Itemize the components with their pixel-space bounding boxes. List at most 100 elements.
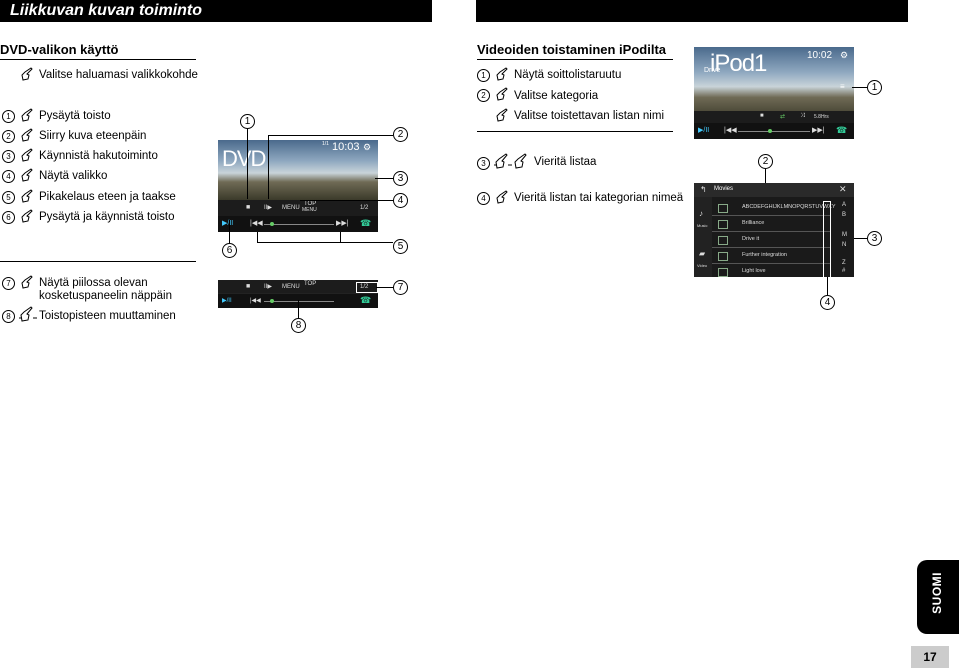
list-item-label: Light love (742, 268, 766, 274)
control-bar: ■ ⇄ ⤨ 5.8Hrs (694, 111, 854, 123)
rewind-icon[interactable]: |◀◀ (250, 297, 261, 304)
chapter-indicator[interactable]: 1/2 (360, 205, 368, 211)
menu-button[interactable]: MENU (282, 205, 300, 211)
heading-rule (477, 59, 673, 60)
callout-number: 2 (758, 154, 773, 169)
source-sublabel: Drive (704, 67, 721, 74)
back-icon[interactable]: ↰ (700, 185, 707, 194)
callout-number: 1 (2, 110, 15, 123)
phone-icon[interactable]: ☎ (836, 125, 847, 136)
touch-icon (20, 108, 34, 122)
alpha-letter[interactable]: # (842, 268, 845, 274)
alpha-index[interactable]: A B M N Z # (838, 200, 852, 276)
rewind-icon[interactable]: |◀◀ (724, 126, 737, 134)
list-item-label: Brilliance (742, 220, 765, 226)
page-number: 17 (911, 646, 949, 668)
callout-number: 2 (393, 127, 408, 142)
alpha-letter[interactable]: A (842, 202, 846, 208)
list-item[interactable]: Brilliance (712, 216, 830, 232)
callout-number: 4 (477, 192, 490, 205)
list-item[interactable]: Further integration (712, 248, 830, 264)
repeat-icon[interactable]: ⇄ (780, 113, 785, 120)
item-text: Näytä valikko (39, 170, 108, 182)
top-menu-button[interactable]: TOP (304, 281, 316, 287)
gear-icon[interactable]: ⚙ (363, 142, 371, 153)
video-icon[interactable]: ▰ (699, 249, 705, 258)
list-item[interactable]: Drive it (712, 232, 830, 248)
seek-track[interactable] (738, 131, 810, 132)
callout-number: 4 (2, 170, 15, 183)
category-label[interactable]: Video (697, 263, 707, 268)
item-text: Käynnistä hakutoiminto (39, 150, 158, 162)
callout-line (376, 287, 393, 288)
phone-icon[interactable]: ☎ (360, 218, 371, 229)
play-pause-icon[interactable]: ▶/II (698, 126, 709, 134)
list-body: ABCDEFGHIJKLMNOPQRSTUVWXY Brilliance Dri… (712, 200, 836, 277)
category-label[interactable]: Music (697, 223, 707, 228)
phone-icon[interactable]: ☎ (360, 295, 371, 306)
callout-number: 5 (2, 191, 15, 204)
stop-icon[interactable]: ■ (246, 204, 250, 211)
list-item-label: ABCDEFGHIJKLMNOPQRSTUVWXY (742, 204, 836, 210)
touch-icon (20, 128, 34, 142)
alpha-letter[interactable]: B (842, 212, 846, 218)
hidden-key-highlight (356, 282, 378, 293)
drag-touch-icon (512, 153, 532, 169)
alpha-letter[interactable]: M (842, 232, 847, 238)
callout-line (229, 220, 230, 243)
drag-touch-icon (18, 306, 38, 322)
callout-number: 7 (393, 280, 408, 295)
list-item[interactable]: ABCDEFGHIJKLMNOPQRSTUVWXY (712, 200, 836, 216)
clock: 10:03 (332, 141, 360, 153)
source-label: DVD (222, 146, 266, 171)
callout-number: 4 (393, 193, 408, 208)
music-icon[interactable]: ♪ (699, 209, 703, 218)
callout-number: 7 (2, 277, 15, 290)
seek-thumb[interactable] (768, 129, 772, 133)
play-pause-icon[interactable]: ▶/II (222, 219, 233, 227)
menu-button[interactable]: MENU (282, 284, 300, 290)
control-bar: ■ II▶ MENU TOP MENU 1/2 (218, 200, 378, 216)
touch-icon (20, 189, 34, 203)
seek-track[interactable] (264, 224, 334, 225)
seek-thumb[interactable] (270, 299, 274, 303)
touch-icon (495, 67, 509, 81)
step-icon[interactable]: II▶ (264, 283, 272, 290)
item-text: Pysäytä toisto (39, 110, 111, 122)
stop-icon[interactable]: ■ (246, 283, 250, 290)
gear-icon[interactable]: ⚙ (840, 50, 848, 61)
playlist-icon[interactable]: ≡ (840, 82, 845, 91)
play-pause-icon[interactable]: ▶/II (222, 297, 232, 304)
item-text: Näytä piilossa olevan (39, 277, 148, 289)
seek-thumb[interactable] (270, 222, 274, 226)
callout-line (298, 300, 299, 318)
stop-icon[interactable]: ■ (760, 113, 764, 119)
close-icon[interactable]: ✕ (839, 184, 847, 195)
callout-number: 3 (393, 171, 408, 186)
ipod-screen: iPod1 Drive 10:02 ⚙ ≡ ■ ⇄ ⤨ 5.8Hrs ▶/II … (694, 47, 854, 139)
language-tab: SUOMI (917, 560, 959, 634)
callout-line (340, 232, 341, 242)
callout-line (300, 200, 393, 201)
item-text: Pikakelaus eteen ja taakse (39, 191, 176, 203)
divider-rule (477, 131, 673, 132)
step-icon[interactable]: II▶ (264, 204, 272, 211)
callout-number: 6 (2, 211, 15, 224)
alpha-letter[interactable]: N (842, 242, 846, 248)
list-header: ↰ Movies ✕ (694, 183, 854, 197)
callout-line (268, 135, 393, 136)
section-title-bar: Liikkuvan kuvan toiminto (0, 0, 432, 22)
forward-icon[interactable]: ▶▶| (812, 126, 825, 134)
list-item[interactable]: Light love (712, 264, 830, 277)
list-item-label: Drive it (742, 236, 760, 242)
forward-icon[interactable]: ▶▶| (336, 219, 349, 227)
drag-touch-icon (493, 153, 513, 169)
shuffle-icon[interactable]: ⤨ (800, 113, 805, 120)
speed-readout: 5.8Hrs (814, 114, 829, 120)
callout-line (247, 129, 248, 199)
divider-rule (0, 261, 196, 262)
seek-track[interactable] (264, 301, 334, 302)
rewind-icon[interactable]: |◀◀ (250, 219, 263, 227)
touch-icon (20, 67, 34, 81)
alpha-letter[interactable]: Z (842, 260, 846, 266)
